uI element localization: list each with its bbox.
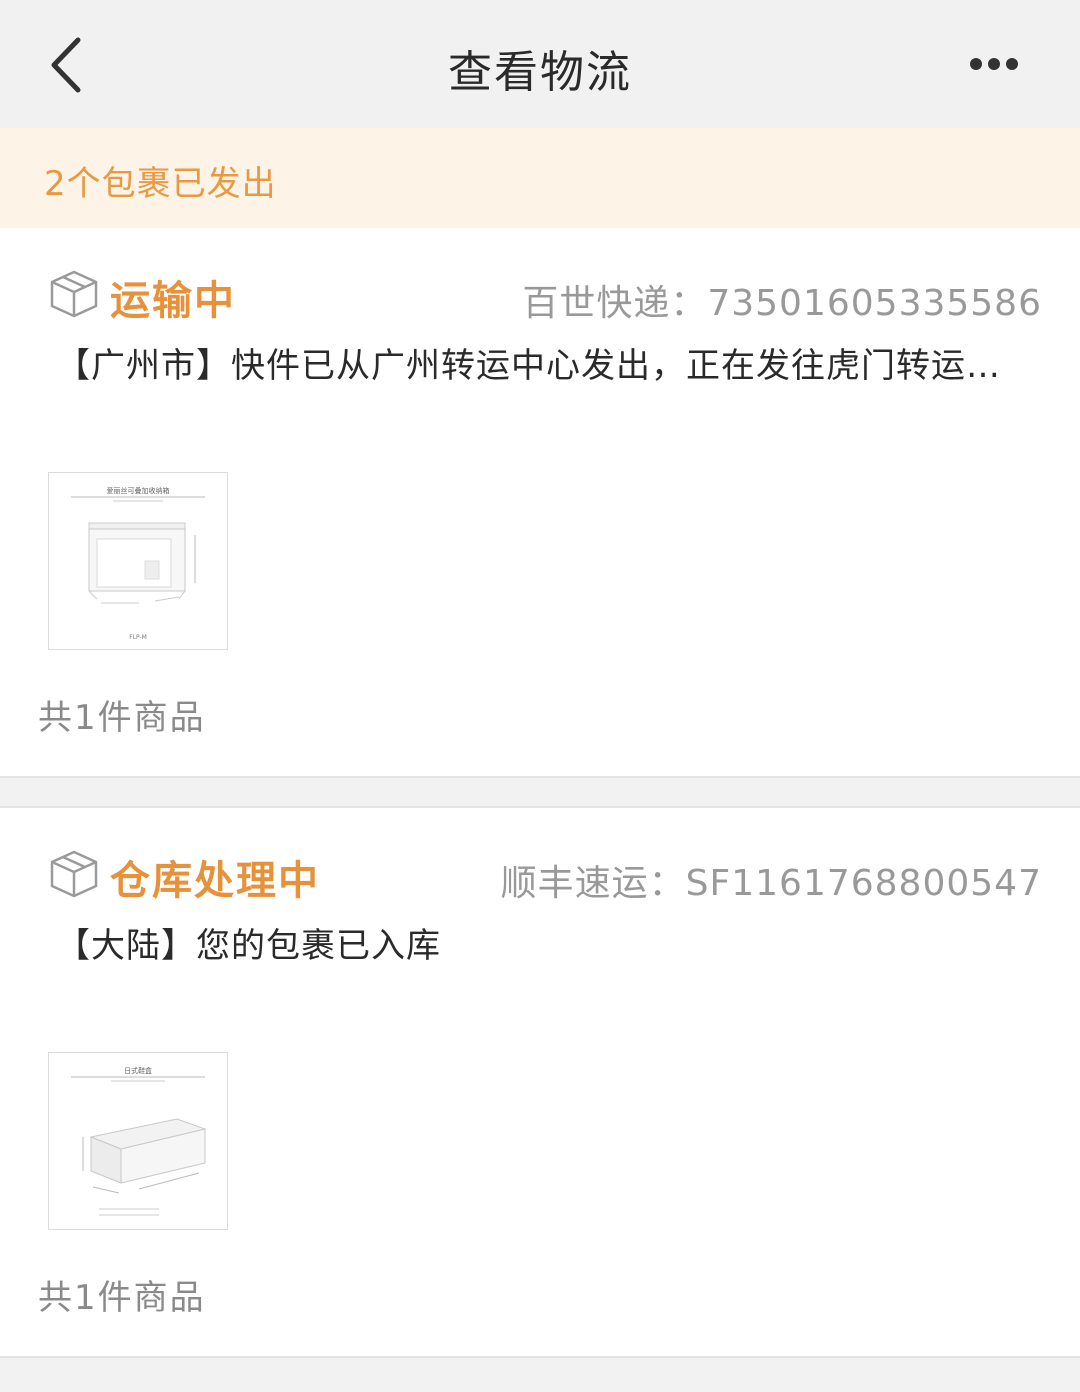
shipment-banner: 2个包裹已发出 xyxy=(0,128,1080,228)
package-status: 运输中 xyxy=(110,278,236,324)
tracking-number[interactable]: 百世快递：73501605335586 xyxy=(522,274,1042,326)
more-dots-icon xyxy=(970,58,1018,70)
package-status: 仓库处理中 xyxy=(110,858,320,904)
more-button[interactable] xyxy=(960,44,1030,84)
item-count: 共1件商品 xyxy=(38,698,206,738)
product-thumbnail[interactable]: 日式鞋盒 xyxy=(48,1052,228,1230)
shipment-banner-text: 2个包裹已发出 xyxy=(44,164,277,204)
tracking-latest-update: 【广州市】快件已从广州转运中心发出，正在发往虎门转运… xyxy=(56,346,1001,386)
thumb-code: FLP-M xyxy=(129,634,147,641)
package-box-icon xyxy=(50,850,98,898)
tracking-latest-update: 【大陆】您的包裹已入库 xyxy=(56,926,441,966)
storage-box-image: 爱丽丝可叠加收纳箱 FLP-M xyxy=(71,486,205,641)
tracking-number[interactable]: 顺丰速运：SF1161768800547 xyxy=(501,854,1042,906)
product-thumbnail[interactable]: 爱丽丝可叠加收纳箱 FLP-M xyxy=(48,472,228,650)
thumb-caption: 爱丽丝可叠加收纳箱 xyxy=(107,486,170,495)
nav-bar: 查看物流 xyxy=(0,0,1080,128)
item-count: 共1件商品 xyxy=(38,1278,206,1318)
package-card[interactable]: 仓库处理中 顺丰速运：SF1161768800547 【大陆】您的包裹已入库 日… xyxy=(0,806,1080,1358)
thumb-caption: 日式鞋盒 xyxy=(124,1066,152,1075)
package-box-icon xyxy=(50,270,98,318)
package-card[interactable]: 运输中 百世快递：73501605335586 【广州市】快件已从广州转运中心发… xyxy=(0,228,1080,778)
shoe-box-image: 日式鞋盒 xyxy=(71,1066,207,1216)
page-title: 查看物流 xyxy=(448,47,632,98)
